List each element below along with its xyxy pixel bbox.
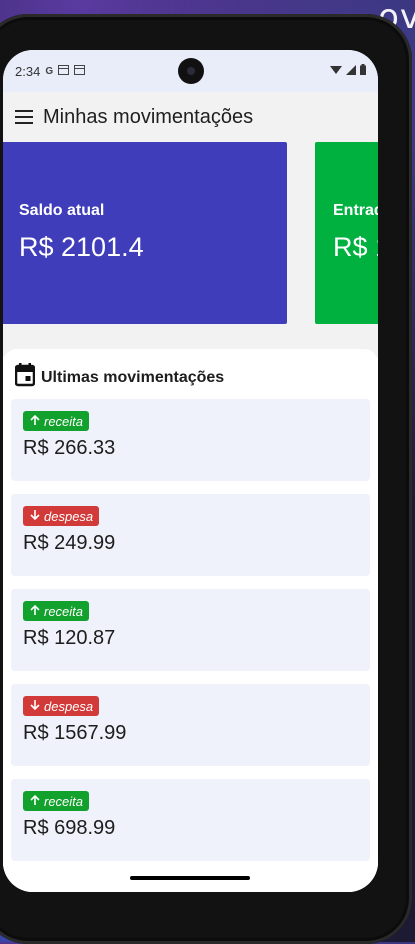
notification-icon xyxy=(74,62,86,80)
type-badge: receita xyxy=(23,791,90,811)
type-badge: receita xyxy=(23,411,90,431)
front-camera xyxy=(177,58,204,84)
arrow-up-icon xyxy=(29,794,41,809)
status-bar: 2:34 G xyxy=(3,50,378,92)
transaction-item[interactable]: receita R$ 266.33 xyxy=(11,399,370,481)
type-label: receita xyxy=(44,793,84,809)
home-indicator[interactable] xyxy=(130,876,250,880)
transactions-panel: Ultimas movimentações receita R$ 266.33 … xyxy=(3,349,378,892)
transaction-amount: R$ 249.99 xyxy=(23,532,116,554)
transaction-item[interactable]: receita R$ 698.99 xyxy=(11,779,370,861)
calendar-icon xyxy=(14,363,36,387)
status-time: 2:34 xyxy=(15,63,41,79)
balance-card[interactable]: Saldo atual R$ 2101.4 xyxy=(3,142,287,324)
arrow-down-icon xyxy=(29,509,41,524)
transactions-title: Ultimas movimentações xyxy=(41,369,225,386)
income-card[interactable]: Entrad R$ 1 xyxy=(315,142,378,324)
transaction-item[interactable]: receita R$ 120.87 xyxy=(11,589,370,671)
transaction-item[interactable]: despesa R$ 1567.99 xyxy=(11,684,370,766)
signal-icon xyxy=(346,62,356,80)
income-label: Entrad xyxy=(333,202,378,219)
transaction-amount: R$ 266.33 xyxy=(23,437,116,459)
wifi-icon xyxy=(330,62,342,80)
app-screen: 2:34 G Minhas movimentações Saldo atual … xyxy=(3,50,378,892)
gesture-nav-bar xyxy=(3,864,378,892)
notification-icon xyxy=(58,62,70,80)
summary-cards: Saldo atual R$ 2101.4 Entrad R$ 1 xyxy=(3,142,378,357)
arrow-down-icon xyxy=(29,699,41,714)
battery-icon xyxy=(360,62,366,80)
app-bar: Minhas movimentações xyxy=(3,92,378,142)
income-value: R$ 1 xyxy=(333,232,378,262)
transactions-header: Ultimas movimentações xyxy=(14,363,370,387)
type-badge: despesa xyxy=(23,696,100,716)
balance-value: R$ 2101.4 xyxy=(19,232,144,262)
arrow-up-icon xyxy=(29,604,41,619)
page-title: Minhas movimentações xyxy=(43,105,254,128)
phone-frame: 2:34 G Minhas movimentações Saldo atual … xyxy=(0,14,412,944)
type-label: despesa xyxy=(44,508,94,524)
menu-icon[interactable] xyxy=(15,110,33,124)
type-label: receita xyxy=(44,603,84,619)
transactions-list: receita R$ 266.33 despesa R$ 249.99 rece… xyxy=(11,399,370,861)
transaction-item[interactable]: despesa R$ 249.99 xyxy=(11,494,370,576)
balance-label: Saldo atual xyxy=(19,202,105,219)
type-badge: receita xyxy=(23,601,90,621)
transaction-amount: R$ 120.87 xyxy=(23,627,116,649)
google-g-icon: G xyxy=(45,65,54,77)
transaction-amount: R$ 698.99 xyxy=(23,817,116,839)
type-badge: despesa xyxy=(23,506,100,526)
arrow-up-icon xyxy=(29,414,41,429)
type-label: despesa xyxy=(44,698,94,714)
transaction-amount: R$ 1567.99 xyxy=(23,722,127,744)
type-label: receita xyxy=(44,413,84,429)
